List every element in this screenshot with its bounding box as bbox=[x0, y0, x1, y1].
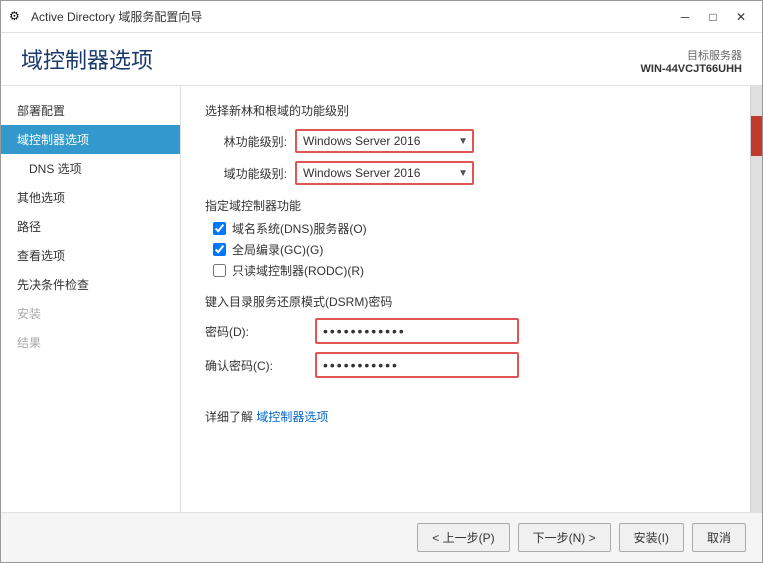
confirm-password-input-container bbox=[315, 352, 519, 378]
target-server-label: 目标服务器 bbox=[641, 47, 742, 63]
main-content-area: 部署配置 域控制器选项 DNS 选项 其他选项 路径 查看选项 先决条件检查 安… bbox=[1, 86, 762, 512]
app-icon: ⚙ bbox=[9, 9, 25, 25]
rodc-checkbox-row: 只读域控制器(RODC)(R) bbox=[205, 262, 726, 279]
window-title: Active Directory 域服务配置向导 bbox=[31, 8, 202, 25]
sidebar-item-install: 安装 bbox=[1, 299, 180, 328]
section2-title: 指定域控制器功能 bbox=[205, 197, 726, 214]
title-bar: ⚙ Active Directory 域服务配置向导 ─ □ ✕ bbox=[1, 1, 762, 33]
password-row: 密码(D): bbox=[205, 318, 726, 344]
sidebar-item-deployment[interactable]: 部署配置 bbox=[1, 96, 180, 125]
maximize-button[interactable]: □ bbox=[700, 7, 726, 27]
password-input[interactable] bbox=[317, 320, 517, 342]
sidebar-item-dc-options[interactable]: 域控制器选项 bbox=[1, 125, 180, 154]
dns-checkbox-label[interactable]: 域名系统(DNS)服务器(O) bbox=[232, 220, 367, 237]
scroll-thumb bbox=[751, 116, 762, 156]
page-title: 域控制器选项 bbox=[21, 43, 153, 75]
title-bar-buttons: ─ □ ✕ bbox=[672, 7, 754, 27]
cancel-button[interactable]: 取消 bbox=[692, 523, 746, 552]
confirm-password-input[interactable] bbox=[317, 354, 517, 376]
password-label: 密码(D): bbox=[205, 323, 315, 340]
sidebar-item-result: 结果 bbox=[1, 328, 180, 357]
domain-level-row: 域功能级别: Windows Server 2016 Windows Serve… bbox=[205, 161, 726, 185]
dns-checkbox-row: 域名系统(DNS)服务器(O) bbox=[205, 220, 726, 237]
target-server-info: 目标服务器 WIN-44VCJT66UHH bbox=[641, 47, 742, 75]
gc-checkbox-label[interactable]: 全局编录(GC)(G) bbox=[232, 241, 323, 258]
confirm-password-label: 确认密码(C): bbox=[205, 357, 315, 374]
rodc-checkbox[interactable] bbox=[213, 264, 226, 277]
title-bar-left: ⚙ Active Directory 域服务配置向导 bbox=[9, 8, 202, 25]
close-button[interactable]: ✕ bbox=[728, 7, 754, 27]
forest-level-dropdown-container: Windows Server 2016 Windows Server 2012 … bbox=[295, 129, 474, 153]
dc-functions-group: 指定域控制器功能 域名系统(DNS)服务器(O) 全局编录(GC)(G) 只读域… bbox=[205, 197, 726, 279]
next-button[interactable]: 下一步(N) > bbox=[518, 523, 611, 552]
password-input-container bbox=[315, 318, 519, 344]
minimize-button[interactable]: ─ bbox=[672, 7, 698, 27]
scroll-indicator[interactable] bbox=[750, 86, 762, 512]
domain-level-dropdown-container: Windows Server 2016 Windows Server 2012 … bbox=[295, 161, 474, 185]
main-window: ⚙ Active Directory 域服务配置向导 ─ □ ✕ 域控制器选项 … bbox=[0, 0, 763, 563]
install-button[interactable]: 安装(I) bbox=[619, 523, 684, 552]
dc-options-link[interactable]: 域控制器选项 bbox=[256, 410, 328, 424]
page-header: 域控制器选项 目标服务器 WIN-44VCJT66UHH bbox=[1, 33, 762, 86]
content-panel: 选择新林和根域的功能级别 林功能级别: Windows Server 2016 … bbox=[181, 86, 750, 512]
forest-level-select[interactable]: Windows Server 2016 Windows Server 2012 … bbox=[297, 131, 472, 151]
forest-level-label: 林功能级别: bbox=[205, 133, 295, 150]
rodc-checkbox-label[interactable]: 只读域控制器(RODC)(R) bbox=[232, 262, 364, 279]
section3-title: 键入目录服务还原模式(DSRM)密码 bbox=[205, 293, 726, 310]
gc-checkbox-row: 全局编录(GC)(G) bbox=[205, 241, 726, 258]
sidebar-item-prereq[interactable]: 先决条件检查 bbox=[1, 270, 180, 299]
section1-title: 选择新林和根域的功能级别 bbox=[205, 102, 726, 119]
dns-checkbox[interactable] bbox=[213, 222, 226, 235]
sidebar-item-other-options[interactable]: 其他选项 bbox=[1, 183, 180, 212]
confirm-password-row: 确认密码(C): bbox=[205, 352, 726, 378]
link-section: 详细了解 域控制器选项 bbox=[205, 408, 726, 425]
domain-level-label: 域功能级别: bbox=[205, 165, 295, 182]
link-prefix-text: 详细了解 bbox=[205, 410, 256, 424]
forest-level-row: 林功能级别: Windows Server 2016 Windows Serve… bbox=[205, 129, 726, 153]
sidebar: 部署配置 域控制器选项 DNS 选项 其他选项 路径 查看选项 先决条件检查 安… bbox=[1, 86, 181, 512]
sidebar-item-paths[interactable]: 路径 bbox=[1, 212, 180, 241]
footer: < 上一步(P) 下一步(N) > 安装(I) 取消 bbox=[1, 512, 762, 562]
target-server-name: WIN-44VCJT66UHH bbox=[641, 63, 742, 75]
back-button[interactable]: < 上一步(P) bbox=[417, 523, 509, 552]
domain-level-select[interactable]: Windows Server 2016 Windows Server 2012 … bbox=[297, 163, 472, 183]
gc-checkbox[interactable] bbox=[213, 243, 226, 256]
sidebar-item-dns-options[interactable]: DNS 选项 bbox=[1, 154, 180, 183]
sidebar-item-review[interactable]: 查看选项 bbox=[1, 241, 180, 270]
